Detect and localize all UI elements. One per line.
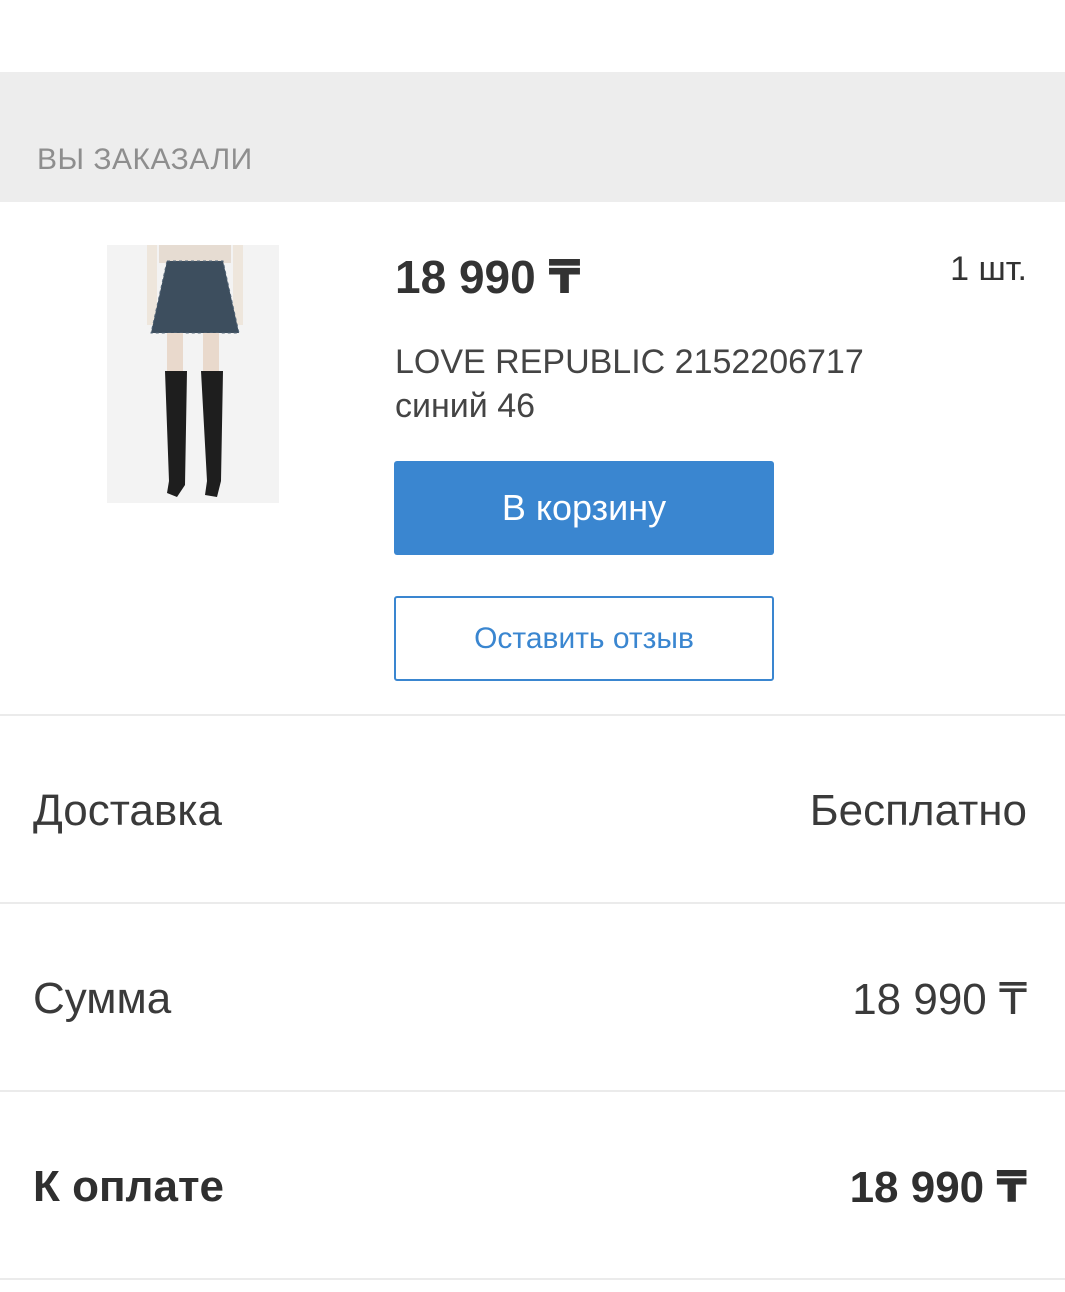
delivery-label: Доставка <box>33 786 222 835</box>
product-price: 18 990 ₸ <box>395 251 581 303</box>
order-section-header <box>0 72 1065 202</box>
total-label: К оплате <box>33 1162 224 1211</box>
product-name: LOVE REPUBLIC 2152206717 <box>395 343 864 381</box>
sum-label: Сумма <box>33 974 172 1023</box>
add-to-cart-button[interactable]: В корзину <box>394 461 774 555</box>
product-photo <box>107 245 279 503</box>
divider <box>0 1090 1065 1092</box>
order-details-page: ВЫ ЗАКАЗАЛИ 18 990 ₸ 1 шт. LOVE REPUBLIC… <box>0 0 1065 1292</box>
leave-review-button[interactable]: Оставить отзыв <box>394 596 774 681</box>
product-image[interactable] <box>107 245 279 503</box>
sum-value: 18 990 ₸ <box>852 975 1027 1024</box>
divider <box>0 1278 1065 1280</box>
divider <box>0 714 1065 716</box>
product-quantity: 1 шт. <box>950 250 1027 288</box>
total-value: 18 990 ₸ <box>849 1163 1027 1212</box>
divider <box>0 902 1065 904</box>
order-section-title: ВЫ ЗАКАЗАЛИ <box>37 143 253 176</box>
delivery-value: Бесплатно <box>809 786 1027 835</box>
product-variant: синий 46 <box>395 387 536 425</box>
